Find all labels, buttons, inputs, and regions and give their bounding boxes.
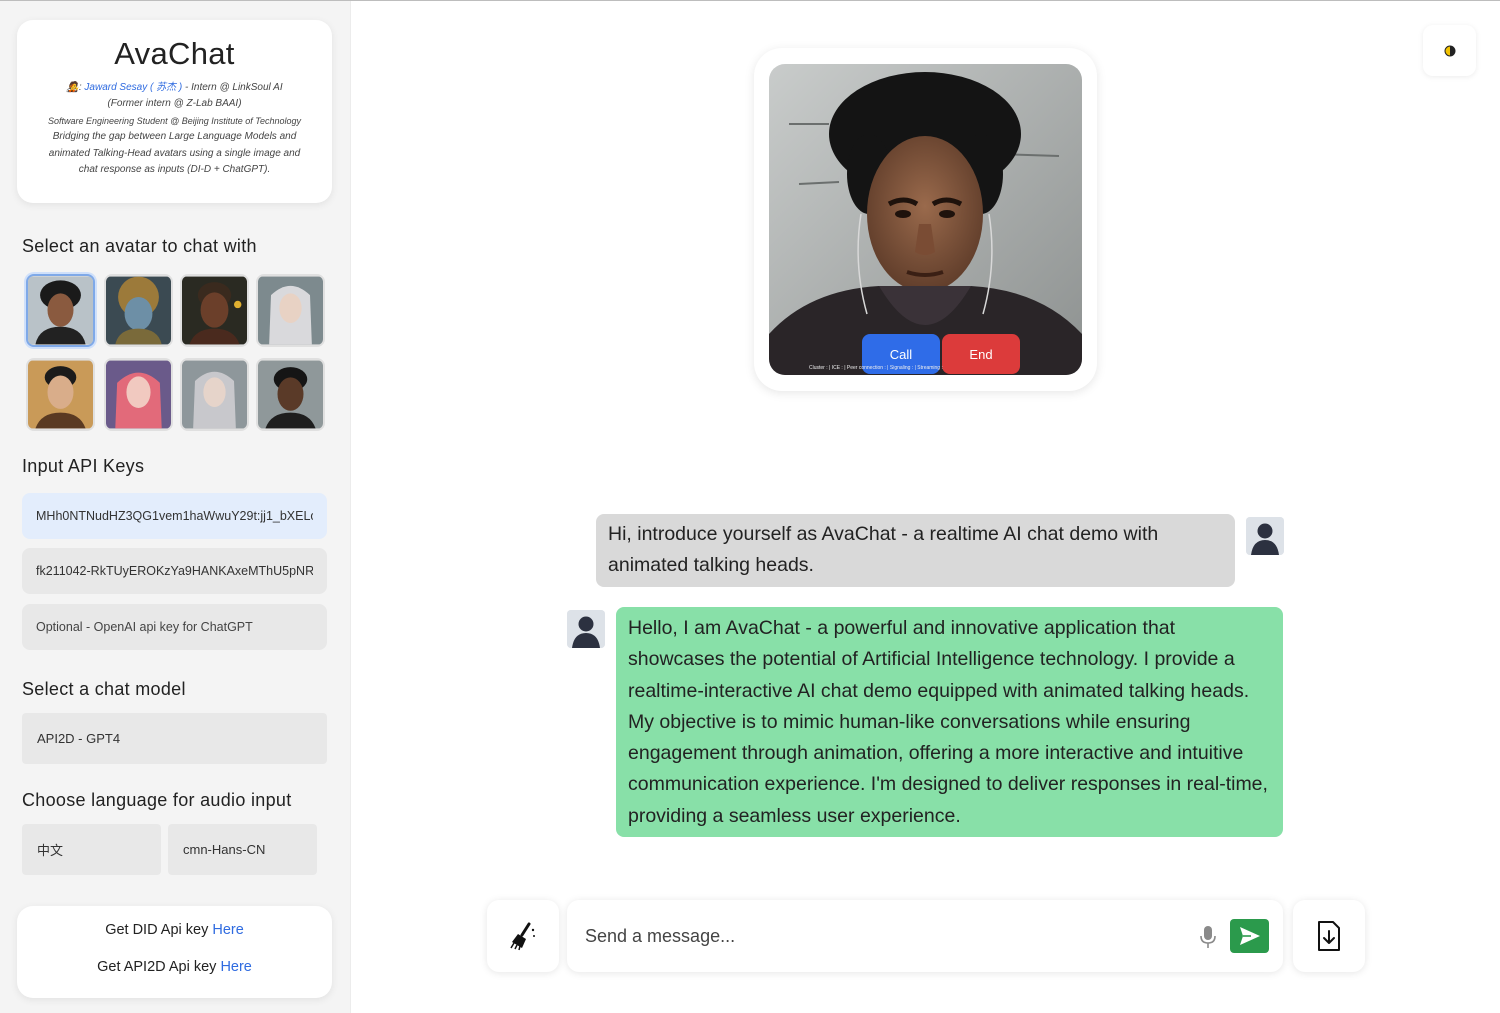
dialect-select[interactable]: cmn-Hans-CN <box>168 824 317 875</box>
language-select[interactable]: 中文 <box>22 824 161 875</box>
avatar-portrait-icon <box>28 360 93 429</box>
api2d-api-key-input[interactable] <box>22 548 327 594</box>
chat-model-label: Select a chat model <box>22 679 186 699</box>
half-moon-icon <box>1444 45 1455 56</box>
avatar-option-8[interactable] <box>256 358 325 431</box>
avatar-option-7[interactable] <box>180 358 249 431</box>
api2d-link-text: Get API2D Api key <box>97 959 221 975</box>
openai-api-key-input[interactable] <box>22 604 327 650</box>
bot-message-bubble: Hello, I am AvaChat - a powerful and inn… <box>616 607 1283 837</box>
avatar-portrait-icon <box>106 276 171 345</box>
connection-status: Cluster : | ICE : | Peer connection : | … <box>809 365 943 371</box>
file-download-icon <box>1318 921 1340 951</box>
language-label: Choose language for audio input <box>22 790 292 810</box>
clear-chat-button[interactable] <box>487 900 559 972</box>
broom-icon <box>510 922 535 951</box>
message-input-box <box>567 900 1283 972</box>
avatar-section-label: Select an avatar to chat with <box>22 236 257 256</box>
user-avatar <box>1246 517 1284 555</box>
user-message-bubble: Hi, introduce yourself as AvaChat - a re… <box>596 514 1235 587</box>
api-links-card: Get DID Api key Here Get API2D Api key H… <box>17 906 332 998</box>
avatar-portrait-icon <box>182 276 247 345</box>
chat-model-select[interactable]: API2D - GPT4 <box>22 713 327 764</box>
author-role: - Intern @ LinkSoul AI <box>182 82 283 93</box>
author-emoji: 🧑‍🎤: <box>66 82 82 93</box>
avatar-portrait-icon <box>28 276 93 345</box>
avatar-portrait-icon <box>106 360 171 429</box>
avatar-option-6[interactable] <box>104 358 173 431</box>
api2d-link[interactable]: Here <box>220 959 251 975</box>
message-input[interactable] <box>585 920 1175 952</box>
did-api-key-input[interactable] <box>22 493 327 539</box>
sidebar: AvaChat 🧑‍🎤: Jaward Sesay ( 苏杰 ) - Inter… <box>0 1 351 1013</box>
intro-text: 🧑‍🎤: Jaward Sesay ( 苏杰 ) - Intern @ Link… <box>17 80 332 178</box>
avatar-video-card: Call End Cluster : | ICE : | Peer connec… <box>754 48 1097 391</box>
intro-line-desc3: chat response as inputs (DI-D + ChatGPT)… <box>78 164 271 176</box>
did-link-row: Get DID Api key Here <box>17 922 332 938</box>
send-arrow-icon <box>1239 927 1260 945</box>
avatar-portrait-icon <box>182 360 247 429</box>
download-chat-button[interactable] <box>1293 900 1365 972</box>
avatar-option-3[interactable] <box>180 274 249 347</box>
intro-line-student: Software Engineering Student @ Beijing I… <box>48 115 301 126</box>
avatar-option-1[interactable] <box>26 274 95 347</box>
intro-line-desc1: Bridging the gap between Large Language … <box>52 131 297 143</box>
user-silhouette-icon <box>1246 517 1284 555</box>
microphone-icon[interactable] <box>1199 924 1217 950</box>
intro-card: AvaChat 🧑‍🎤: Jaward Sesay ( 苏杰 ) - Inter… <box>17 20 332 203</box>
avatar-option-5[interactable] <box>26 358 95 431</box>
api-keys-label: Input API Keys <box>22 456 145 476</box>
send-button[interactable] <box>1230 919 1269 953</box>
avatar-option-4[interactable] <box>256 274 325 347</box>
theme-toggle-button[interactable] <box>1423 25 1476 76</box>
intro-line-desc2: animated Talking-Head avatars using a si… <box>48 147 301 159</box>
avatar-video: Call End Cluster : | ICE : | Peer connec… <box>769 64 1082 375</box>
did-link[interactable]: Here <box>212 922 243 938</box>
did-link-text: Get DID Api key <box>105 922 213 938</box>
avatar-portrait-icon <box>258 276 323 345</box>
user-silhouette-icon <box>567 610 605 648</box>
avatar-option-2[interactable] <box>104 274 173 347</box>
bot-avatar <box>567 610 605 648</box>
api2d-link-row: Get API2D Api key Here <box>17 959 332 975</box>
end-call-button[interactable]: End <box>942 334 1020 374</box>
app-title: AvaChat <box>114 36 235 71</box>
talking-head-portrait <box>769 64 1082 375</box>
intro-line-former: (Former intern @ Z-Lab BAAI) <box>107 98 242 110</box>
avatar-portrait-icon <box>258 360 323 429</box>
author-link[interactable]: Jaward Sesay ( 苏杰 ) <box>84 82 182 93</box>
